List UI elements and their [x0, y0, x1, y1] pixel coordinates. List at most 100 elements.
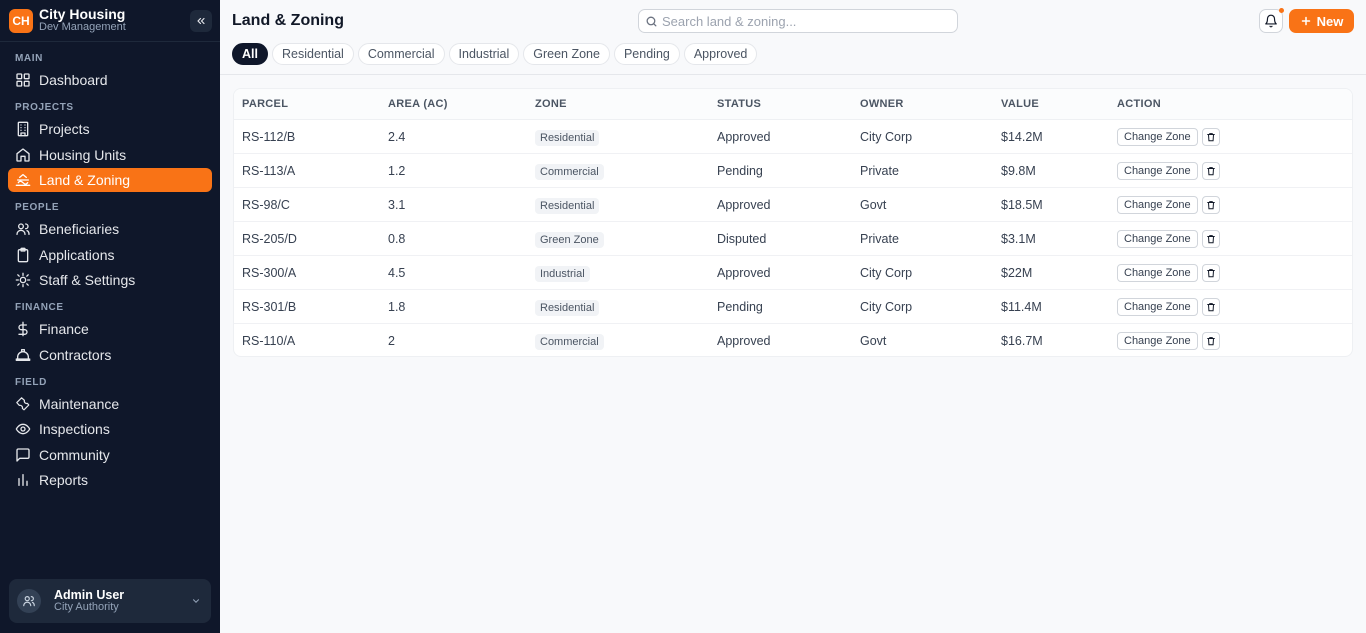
eye-icon — [15, 423, 31, 435]
main-content: Land & Zoning New AllResidentialCommerci… — [220, 0, 1366, 633]
sidebar-item-label: Inspections — [39, 421, 110, 437]
table-header: PARCEL AREA (AC) ZONE STATUS OWNER VALUE ACTIO… — [234, 89, 1352, 120]
change-zone-button[interactable]: Change Zone — [1117, 263, 1198, 282]
zone-badge: Commercial — [535, 163, 604, 180]
value-cell: $9.8M — [1001, 163, 1036, 178]
status-cell: Pending — [717, 299, 763, 314]
land-table: PARCEL AREA (AC) ZONE STATUS OWNER VALUE ACTIO… — [233, 88, 1353, 357]
delete-button[interactable] — [1201, 263, 1220, 282]
sidebar-item-maintenance[interactable]: Maintenance — [8, 392, 212, 416]
delete-button[interactable] — [1201, 332, 1220, 350]
column-header-owner: OWNER — [860, 98, 904, 110]
notifications-button[interactable] — [1259, 8, 1284, 33]
search-icon — [646, 16, 657, 26]
column-header-status: STATUS — [717, 98, 762, 110]
section-label-field: FIELD — [15, 376, 47, 388]
users-icon — [16, 223, 30, 235]
sidebar-item-housing-units[interactable]: Housing Units — [8, 143, 212, 167]
user-role: City Authority — [54, 600, 119, 613]
row-actions: Change Zone — [1117, 297, 1220, 316]
area-cell: 4.5 — [388, 265, 406, 280]
parcel-cell: RS-98/C — [242, 197, 290, 212]
section-label-finance: FINANCE — [15, 302, 64, 313]
value-cell: $3.1M — [1001, 231, 1036, 246]
filter-chips: All Residential Commercial Industrial Green … — [232, 43, 758, 65]
collapse-sidebar-button[interactable] — [190, 9, 212, 32]
sidebar-item-land-and-zoning[interactable]: Land & Zoning — [8, 168, 212, 192]
parcel-cell: RS-110/A — [242, 334, 296, 348]
row-actions: Change Zone — [1117, 195, 1220, 214]
chevron-down-icon — [192, 599, 200, 603]
owner-cell: Private — [860, 163, 899, 178]
value-cell: $11.4M — [1001, 299, 1042, 314]
area-cell: 0.8 — [388, 231, 406, 246]
sidebar-item-dashboard[interactable]: Dashboard — [8, 68, 212, 92]
trash-icon — [1206, 132, 1215, 141]
owner-cell: City Corp — [860, 265, 913, 280]
filter-chip-approved[interactable]: Approved — [683, 43, 758, 65]
value-cell: $14.2M — [1001, 129, 1043, 144]
change-zone-button[interactable]: Change Zone — [1117, 161, 1198, 180]
filter-chip-commercial[interactable]: Commercial — [357, 43, 445, 65]
zone-badge: Residential — [535, 197, 600, 214]
sidebar-item-contractors[interactable]: Contractors — [8, 343, 212, 367]
area-cell: 3.1 — [388, 197, 406, 212]
area-cell: 1.8 — [388, 299, 406, 314]
filter-chip-pending[interactable]: Pending — [613, 43, 680, 65]
delete-button[interactable] — [1201, 229, 1220, 248]
section-label-main: MAIN — [15, 53, 43, 64]
search-input[interactable] — [662, 13, 942, 29]
table-row: RS-300/A 4.5 Industrial Approved City Corp $2… — [234, 256, 1352, 290]
change-zone-button[interactable]: Change Zone — [1117, 229, 1198, 248]
user-name: Admin User — [54, 587, 125, 602]
change-zone-button[interactable]: Change Zone — [1117, 332, 1198, 350]
sidebar-item-community[interactable]: Community — [8, 443, 212, 467]
clipboard-icon — [17, 247, 29, 262]
sidebar-item-label: Housing Units — [39, 146, 127, 163]
user-menu[interactable]: Admin User City Authority — [9, 579, 211, 623]
sidebar-item-reports[interactable]: Reports — [8, 468, 212, 492]
change-zone-button[interactable]: Change Zone — [1117, 297, 1198, 316]
sidebar-item-beneficiaries[interactable]: Beneficiaries — [8, 217, 212, 241]
row-actions: Change Zone — [1117, 229, 1220, 248]
sidebar-item-inspections[interactable]: Inspections — [8, 417, 212, 441]
change-zone-button[interactable]: Change Zone — [1117, 127, 1198, 146]
search-box[interactable] — [638, 9, 958, 33]
grid-icon — [16, 73, 30, 87]
delete-button[interactable] — [1201, 127, 1220, 146]
filter-chip-industrial[interactable]: Industrial — [448, 43, 520, 65]
area-cell: 1.2 — [388, 163, 406, 178]
sidebar-item-projects[interactable]: Projects — [8, 117, 212, 141]
sidebar-item-applications[interactable]: Applications — [8, 243, 212, 267]
parcel-cell: RS-112/B — [242, 129, 296, 144]
wrench-icon — [16, 396, 30, 410]
sidebar-nav: MAIN Dashboard PROJECTS Projects Housing Uni… — [0, 42, 220, 492]
trash-icon — [1206, 166, 1215, 175]
new-button[interactable]: New — [1289, 9, 1354, 33]
sidebar-item-finance[interactable]: Finance — [8, 317, 212, 341]
parcel-cell: RS-205/D — [242, 231, 297, 246]
zone-badge: Green Zone — [535, 231, 604, 248]
column-header-parcel: PARCEL — [242, 98, 289, 110]
sidebar-item-label: Reports — [39, 472, 89, 488]
zone-badge: Residential — [535, 129, 600, 146]
sidebar: CH City Housing Dev Management MAIN Dashb… — [0, 0, 220, 633]
filter-chip-green-zone[interactable]: Green Zone — [523, 43, 610, 65]
filter-chip-residential[interactable]: Residential — [271, 43, 354, 65]
delete-button[interactable] — [1201, 161, 1220, 180]
status-cell: Disputed — [717, 231, 767, 246]
trash-icon — [1206, 268, 1215, 277]
bell-icon — [1265, 14, 1277, 28]
status-cell: Approved — [717, 197, 771, 212]
section-label-people: PEOPLE — [15, 202, 60, 213]
owner-cell: City Corp — [860, 129, 913, 144]
users-icon — [23, 596, 35, 607]
sidebar-item-staff-and-settings[interactable]: Staff & Settings — [8, 268, 212, 292]
filter-chip-all[interactable]: All — [232, 43, 268, 65]
value-cell: $18.5M — [1001, 197, 1043, 212]
area-cell: 2.4 — [388, 129, 406, 144]
parcel-cell: RS-300/A — [242, 265, 297, 280]
delete-button[interactable] — [1201, 297, 1220, 316]
change-zone-button[interactable]: Change Zone — [1117, 195, 1198, 214]
delete-button[interactable] — [1201, 195, 1220, 214]
